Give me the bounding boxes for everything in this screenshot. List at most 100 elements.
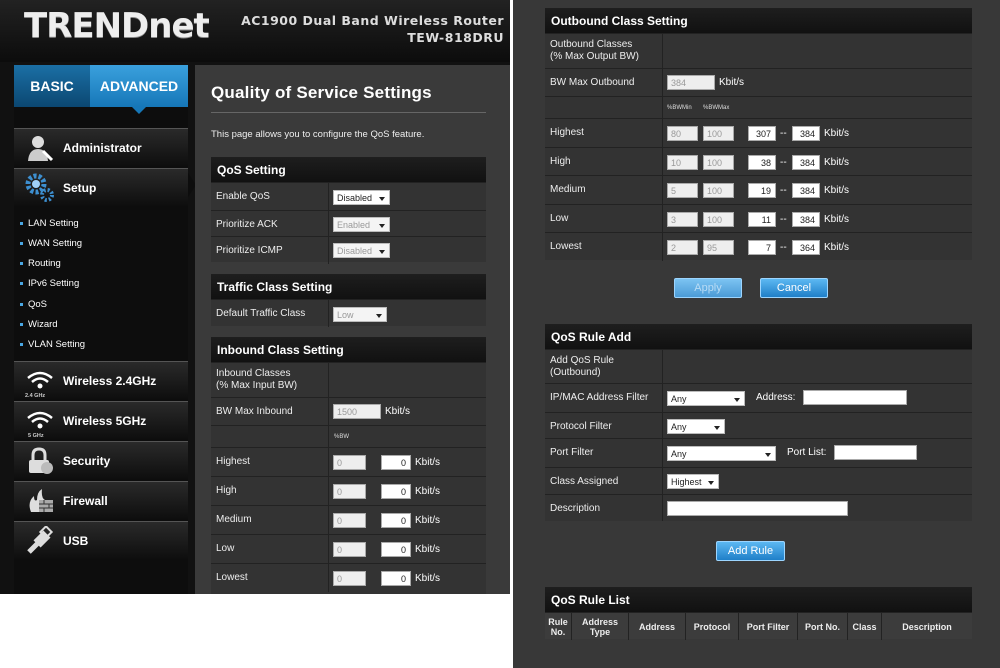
ipmac-filter-select[interactable]: Any [667, 391, 745, 406]
outbound-kbit-min-input[interactable]: 11 [748, 211, 776, 227]
bw-max-outbound-input[interactable]: 384 [667, 75, 715, 90]
tab-basic[interactable]: BASIC [14, 65, 90, 107]
inbound-row-lowest: Lowest 0 0 Kbit/s [211, 563, 486, 592]
model-line1: AC1900 Dual Band Wireless Router [241, 13, 504, 28]
prioritize-ack-select[interactable]: Enabled [333, 217, 390, 232]
default-traffic-class-select[interactable]: Low [333, 307, 387, 322]
address-label: Address: [756, 392, 796, 403]
outbound-row-low: Low 3 100 11 -- 384 Kbit/s [545, 203, 972, 233]
submenu-lan[interactable]: LAN Setting [20, 218, 79, 229]
apply-button[interactable]: Apply [674, 278, 742, 298]
outbound-kbit-max-input[interactable]: 384 [792, 183, 820, 198]
inbound-kbit-input[interactable]: 0 [381, 513, 411, 528]
divider [662, 176, 663, 204]
menu-firewall[interactable]: Firewall [14, 481, 188, 519]
row-inbound-classes: Inbound Classes (% Max Input BW) [211, 362, 486, 397]
outbound-classes-label: Outbound Classes (% Max Output BW) [550, 39, 639, 62]
inbound-kbit-input[interactable]: 0 [381, 484, 411, 499]
outbound-row-highest: Highest 80 100 307 -- 384 Kbit/s [545, 118, 972, 147]
outbound-bwmin-input[interactable]: 5 [667, 183, 698, 198]
trendnet-logo: TRENDnet [24, 6, 210, 46]
outbound-kbit-max-input[interactable]: 384 [792, 154, 820, 170]
protocol-filter-select[interactable]: Any [667, 419, 725, 434]
menu-wireless5[interactable]: 5 GHz Wireless 5GHz [14, 401, 188, 439]
outbound-class-section: Outbound Class Setting Outbound Classes … [545, 8, 972, 261]
inbound-bw-input[interactable]: 0 [333, 484, 366, 499]
menu-setup[interactable]: Setup [14, 168, 188, 206]
divider [328, 211, 329, 238]
col-bwmax-label: %BWMax [703, 105, 730, 111]
port-filter-select[interactable]: Any [667, 446, 776, 461]
col-protocol: Protocol [686, 613, 739, 640]
divider [662, 147, 663, 176]
outbound-bwmax-input[interactable]: 100 [703, 126, 734, 141]
menu-setup-label: Setup [63, 180, 97, 195]
outbound-bwmin-input[interactable]: 3 [667, 211, 698, 227]
inbound-bw-input[interactable]: 0 [333, 513, 366, 528]
submenu-wan[interactable]: WAN Setting [19, 238, 82, 249]
range-dash: -- [780, 185, 787, 196]
port-filter-label: Port Filter [550, 447, 594, 458]
outbound-bwmax-input[interactable]: 100 [703, 183, 734, 198]
address-input[interactable] [803, 390, 907, 405]
bw-max-outbound-unit: Kbit/s [719, 77, 745, 88]
cancel-button[interactable]: Cancel [760, 278, 828, 298]
outbound-kbit-min-input[interactable]: 19 [748, 183, 776, 198]
enable-qos-select[interactable]: Disabled [333, 190, 390, 205]
qos-rule-add-header: QoS Rule Add [545, 324, 972, 349]
submenu-wizard[interactable]: Wizard [20, 319, 58, 330]
bw-max-inbound-label: BW Max Inbound [216, 406, 293, 417]
divider [662, 204, 663, 233]
outbound-kbit-max-input[interactable]: 384 [792, 211, 820, 227]
inbound-bw-input[interactable]: 0 [333, 455, 366, 470]
outbound-bwmin-input[interactable]: 10 [667, 154, 698, 170]
divider [328, 183, 329, 210]
traffic-class-section: Traffic Class Setting Default Traffic Cl… [211, 274, 486, 327]
port-list-input[interactable] [834, 445, 917, 460]
outbound-kbit-min-input[interactable]: 307 [748, 126, 776, 141]
inbound-class-label: High [216, 485, 237, 496]
outbound-bwmax-input[interactable]: 100 [703, 211, 734, 227]
outbound-kbit-max-input[interactable]: 364 [792, 240, 820, 255]
outbound-class-label: Lowest [550, 241, 582, 252]
rule-list-header-row: Rule No. Address Type Address Protocol P… [545, 612, 972, 640]
divider [328, 448, 329, 476]
inbound-kbit-input[interactable]: 0 [381, 542, 411, 557]
description-input[interactable] [667, 501, 848, 516]
inbound-kbit-input[interactable]: 0 [381, 455, 411, 470]
outbound-kbit-min-input[interactable]: 38 [748, 154, 776, 170]
outbound-bwmax-input[interactable]: 100 [703, 154, 734, 170]
add-rule-button[interactable]: Add Rule [716, 541, 785, 561]
description-label: Description [550, 503, 601, 514]
class-assigned-select[interactable]: Highest [667, 474, 719, 489]
submenu-qos[interactable]: QoS [19, 299, 47, 310]
divider [662, 69, 663, 96]
inbound-class-label: Lowest [216, 572, 248, 583]
submenu-vlan[interactable]: VLAN Setting [19, 339, 85, 350]
bw-max-inbound-input[interactable]: 1500 [333, 404, 381, 419]
outbound-class-header: Outbound Class Setting [545, 8, 972, 33]
inbound-kbit-input[interactable]: 0 [381, 571, 411, 586]
menu-usb[interactable]: USB [14, 521, 188, 559]
submenu-ipv6[interactable]: IPv6 Setting [19, 278, 79, 289]
menu-administrator[interactable]: Administrator [14, 128, 188, 166]
outbound-bwmin-input[interactable]: 2 [667, 240, 698, 255]
menu-administrator-label: Administrator [63, 140, 142, 155]
left-screenshot: TRENDnet AC1900 Dual Band Wireless Route… [0, 0, 510, 594]
outbound-bwmax-input[interactable]: 95 [703, 240, 734, 255]
inbound-kbit-unit: Kbit/s [415, 457, 441, 468]
divider [662, 468, 663, 494]
outbound-kbit-max-input[interactable]: 384 [792, 126, 820, 141]
tab-advanced[interactable]: ADVANCED [90, 65, 188, 107]
outbound-kbit-min-input[interactable]: 7 [748, 240, 776, 255]
submenu-routing[interactable]: Routing [20, 258, 61, 269]
outbound-bwmin-input[interactable]: 80 [667, 126, 698, 141]
row-inbound-column-header: %BW [211, 425, 486, 447]
inbound-bw-input[interactable]: 0 [333, 571, 366, 586]
prioritize-icmp-select[interactable]: Disabled [333, 243, 390, 258]
outbound-kbit-unit: Kbit/s [824, 242, 850, 253]
row-enable-qos: Enable QoS Disabled [211, 182, 486, 210]
menu-security[interactable]: Security [14, 441, 188, 479]
inbound-bw-input[interactable]: 0 [333, 542, 366, 557]
menu-wireless24[interactable]: 2.4 GHz Wireless 2.4GHz [14, 361, 188, 399]
